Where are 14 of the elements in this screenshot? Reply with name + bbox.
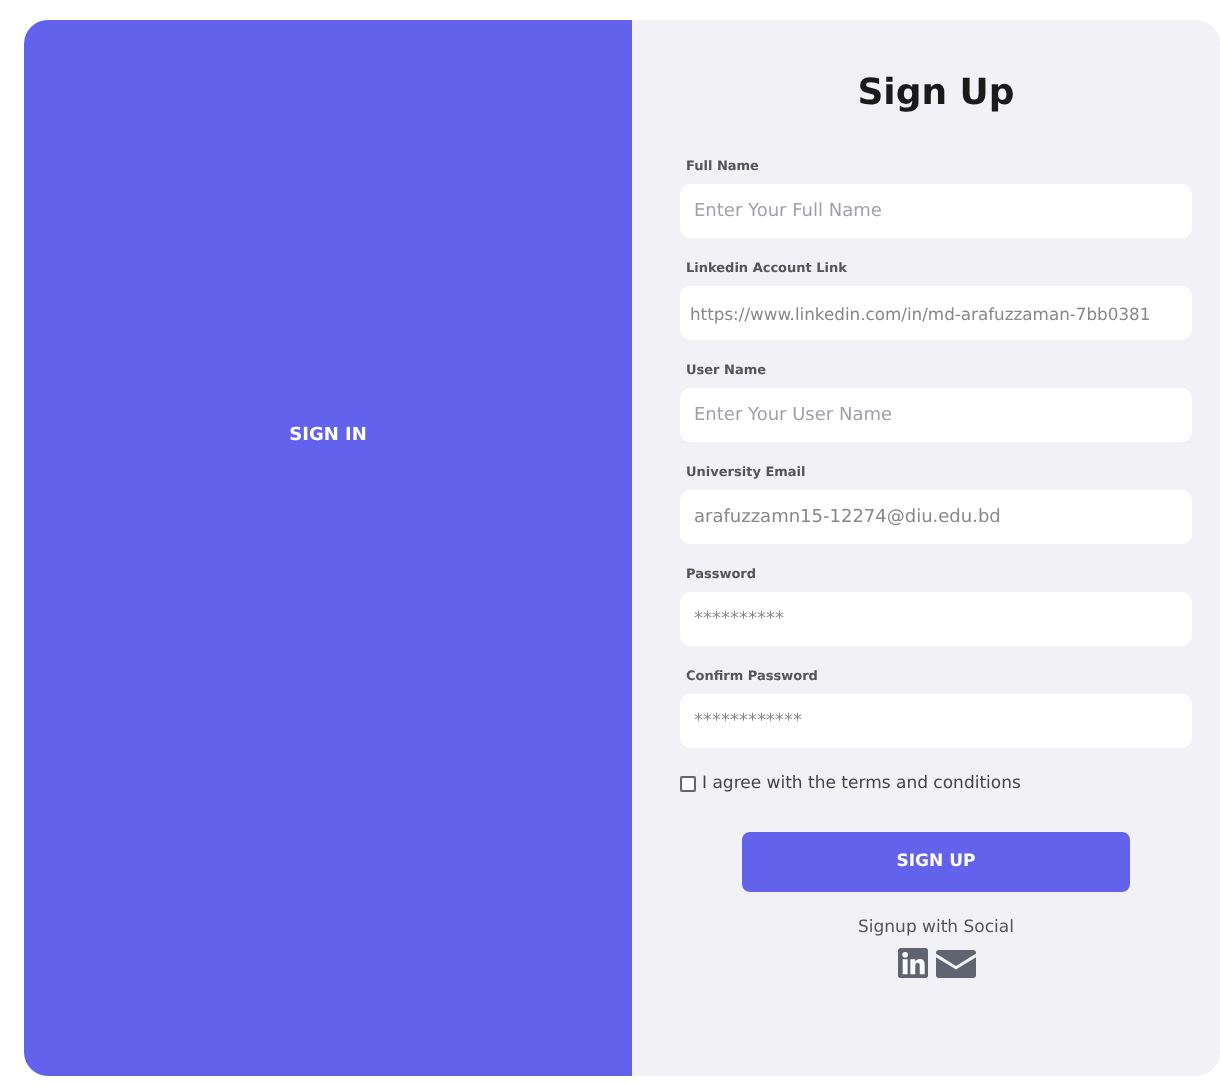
linkedin-icon[interactable] — [897, 948, 927, 978]
checkbox[interactable] — [680, 776, 696, 792]
input-field[interactable]: arafuzzamn15-12274@diu.edu.bd — [680, 490, 1192, 544]
checkbox-label: I agree with the terms and conditions — [702, 774, 1021, 794]
input-field[interactable]: ********** — [680, 592, 1192, 646]
input-field[interactable]: ************ — [680, 694, 1192, 748]
input-field[interactable]: Enter Your Full Name — [680, 184, 1192, 238]
sign-up-button[interactable]: SIGN UP — [742, 832, 1130, 892]
envelope-icon[interactable] — [935, 949, 975, 977]
input-field[interactable]: Enter Your User Name — [680, 388, 1192, 442]
form-title: Sign Up — [857, 72, 1015, 114]
input-field[interactable]: https://www.linkedin.com/in/md-arafuzzaman-7bb0381 — [680, 286, 1192, 340]
social-caption: Signup with Social — [858, 918, 1014, 938]
sign-in-link[interactable]: SIGN IN — [289, 426, 367, 446]
